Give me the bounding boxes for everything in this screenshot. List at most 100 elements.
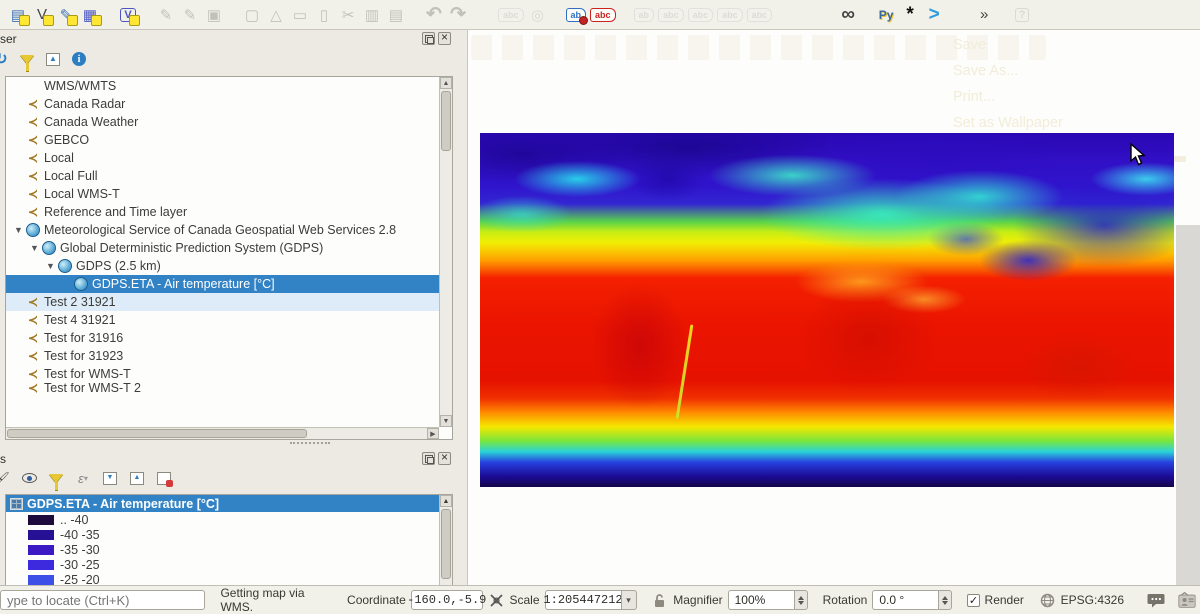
delete-selected-icon[interactable]: ▯ xyxy=(312,3,336,27)
rotation-spinbox[interactable]: 0.0 ° xyxy=(872,590,952,610)
cut-features-icon[interactable]: ✂ xyxy=(336,3,360,27)
show-bookmarks-icon[interactable] xyxy=(812,3,836,27)
tree-item[interactable]: Canada Radar xyxy=(6,95,452,113)
collapse-all-icon[interactable] xyxy=(44,50,62,68)
data-source-manager-icon[interactable]: ▤ xyxy=(6,3,30,27)
tree-item[interactable]: Canada Weather xyxy=(6,113,452,131)
tree-item[interactable]: ▼ GDPS (2.5 km) xyxy=(6,257,452,275)
rotation-spinner-icons[interactable] xyxy=(938,590,952,610)
filter-legend-icon[interactable] xyxy=(47,469,65,487)
legend-item[interactable]: -35 -30 xyxy=(6,542,452,557)
remove-layer-icon[interactable] xyxy=(155,469,173,487)
news-feed-icon[interactable] xyxy=(1178,591,1196,609)
new-spatial-bookmark-icon[interactable] xyxy=(788,3,812,27)
tree-item[interactable]: WMS/WMTS xyxy=(6,77,452,95)
expand-arrow-icon[interactable]: ▼ xyxy=(28,243,41,253)
actions-ghost-icon[interactable]: ◎ xyxy=(526,3,550,27)
expand-arrow-icon[interactable]: ▼ xyxy=(44,261,57,271)
crs-globe-icon[interactable] xyxy=(1039,591,1056,609)
tree-item[interactable]: Test for 31923 xyxy=(6,347,452,365)
modify-attributes-icon[interactable]: ▭ xyxy=(288,3,312,27)
rotation-value[interactable]: 0.0 ° xyxy=(872,590,938,610)
tree-item[interactable]: Local xyxy=(6,149,452,167)
scale-value[interactable]: 1:205447212 xyxy=(545,590,621,610)
plugin-bug-icon[interactable]: * xyxy=(898,3,922,27)
tree-item[interactable]: Local WMS-T xyxy=(6,185,452,203)
filter-browser-icon[interactable] xyxy=(18,50,36,68)
vertex-tool-icon[interactable]: △ xyxy=(264,3,288,27)
render-checkbox[interactable]: ✓ xyxy=(967,594,979,607)
scroll-down-icon[interactable]: ▼ xyxy=(440,415,452,427)
help-ghost-icon[interactable]: ? xyxy=(1010,3,1034,27)
expression-filter-icon[interactable]: ε xyxy=(74,469,92,487)
tree-item[interactable]: Test for WMS-T xyxy=(6,365,452,383)
new-spatialite-layer-icon[interactable]: ▦ xyxy=(78,3,102,27)
highlight-labels-ghost-icon[interactable]: abc xyxy=(656,3,686,27)
locator-input[interactable] xyxy=(0,590,205,610)
scale-dropdown-icon[interactable] xyxy=(621,590,637,610)
magnifier-spinner-icons[interactable] xyxy=(794,590,808,610)
toggle-editing-icon[interactable]: ✎ xyxy=(178,3,202,27)
layers-vertical-scrollbar[interactable]: ▲ xyxy=(439,495,452,585)
scroll-up-icon[interactable]: ▲ xyxy=(440,77,452,89)
layer-labeling-icon[interactable]: ab xyxy=(564,3,589,27)
scale-combo[interactable]: 1:205447212 xyxy=(545,590,637,610)
properties-info-icon[interactable]: i xyxy=(70,50,88,68)
python-console-icon[interactable]: Py xyxy=(874,3,898,27)
layer-diagram-icon[interactable]: abc xyxy=(588,3,618,27)
messages-log-icon[interactable] xyxy=(1147,591,1165,609)
refresh-icon[interactable]: ↻ xyxy=(0,50,10,68)
toolbar-overflow-icon[interactable]: » xyxy=(972,3,996,27)
legend-item[interactable]: -40 -35 xyxy=(6,527,452,542)
tree-item[interactable]: GDPS.ETA - Air temperature [°C] xyxy=(6,275,452,293)
undo-icon[interactable]: ↶ xyxy=(422,3,446,27)
identify-ghost-icon[interactable]: abc xyxy=(496,3,526,27)
magnifier-spinbox[interactable]: 100% xyxy=(728,590,808,610)
browser-vertical-scrollbar[interactable]: ▲ ▼ xyxy=(439,77,452,427)
add-feature-icon[interactable]: ▢ xyxy=(240,3,264,27)
lock-scale-icon[interactable] xyxy=(652,591,669,609)
layers-float-button[interactable] xyxy=(422,452,435,465)
extents-icon[interactable] xyxy=(488,591,505,609)
panel-splitter[interactable] xyxy=(0,437,455,451)
save-layer-edits-icon[interactable]: ▣ xyxy=(202,3,226,27)
new-geopackage-layer-icon[interactable]: V xyxy=(30,3,54,27)
tree-item[interactable]: Test for WMS-T 2 xyxy=(6,383,452,393)
layer-item-gdps-eta[interactable]: GDPS.ETA - Air temperature [°C] xyxy=(6,495,452,512)
tree-item[interactable]: Test 2 31921 xyxy=(6,293,452,311)
change-label-ghost-icon[interactable]: abc xyxy=(745,3,775,27)
epsg-label[interactable]: EPSG:4326 xyxy=(1061,593,1124,607)
browser-float-button[interactable] xyxy=(422,32,435,45)
visibility-icon[interactable] xyxy=(20,469,38,487)
tree-item[interactable]: Reference and Time layer xyxy=(6,203,452,221)
scroll-up-icon[interactable]: ▲ xyxy=(440,495,452,507)
new-shapefile-layer-icon[interactable]: ✎ xyxy=(54,3,78,27)
magnifier-value[interactable]: 100% xyxy=(728,590,794,610)
browser-close-button[interactable] xyxy=(438,32,451,45)
move-label-ghost-icon[interactable]: abc xyxy=(686,3,716,27)
legend-item[interactable]: -30 -25 xyxy=(6,557,452,572)
layers-close-button[interactable] xyxy=(438,452,451,465)
current-edits-icon[interactable]: ✎ xyxy=(154,3,178,27)
rotate-label-ghost-icon[interactable]: abc xyxy=(715,3,745,27)
legend-item[interactable]: -25 -20 xyxy=(6,572,452,585)
collapse-all-layers-icon[interactable] xyxy=(128,469,146,487)
tree-item[interactable]: Test for 31916 xyxy=(6,329,452,347)
tree-item[interactable]: Test 4 31921 xyxy=(6,311,452,329)
new-virtual-layer-icon[interactable]: V xyxy=(116,3,140,27)
temperature-raster-map[interactable] xyxy=(480,133,1174,487)
tree-item[interactable]: ▼ Meteorological Service of Canada Geosp… xyxy=(6,221,452,239)
temporal-controller-icon[interactable]: ∞ xyxy=(836,3,860,27)
map-canvas[interactable]: Save Save As... Print... Set as Wallpape… xyxy=(467,30,1200,585)
copy-features-icon[interactable]: ▥ xyxy=(360,3,384,27)
pin-labels-ghost-icon[interactable]: ab xyxy=(632,3,657,27)
redo-icon[interactable]: ↷ xyxy=(446,3,470,27)
expand-all-icon[interactable] xyxy=(101,469,119,487)
layer-styling-icon[interactable]: 🖌 xyxy=(0,469,11,487)
paste-features-icon[interactable]: ▤ xyxy=(384,3,408,27)
coordinate-input[interactable]: -160.0,-5.9 xyxy=(411,590,483,610)
tree-item[interactable]: Local Full xyxy=(6,167,452,185)
tree-item[interactable]: ▼ Global Deterministic Prediction System… xyxy=(6,239,452,257)
expand-arrow-icon[interactable]: ▼ xyxy=(12,225,25,235)
plugin-arrow-icon[interactable]: > xyxy=(922,3,946,27)
